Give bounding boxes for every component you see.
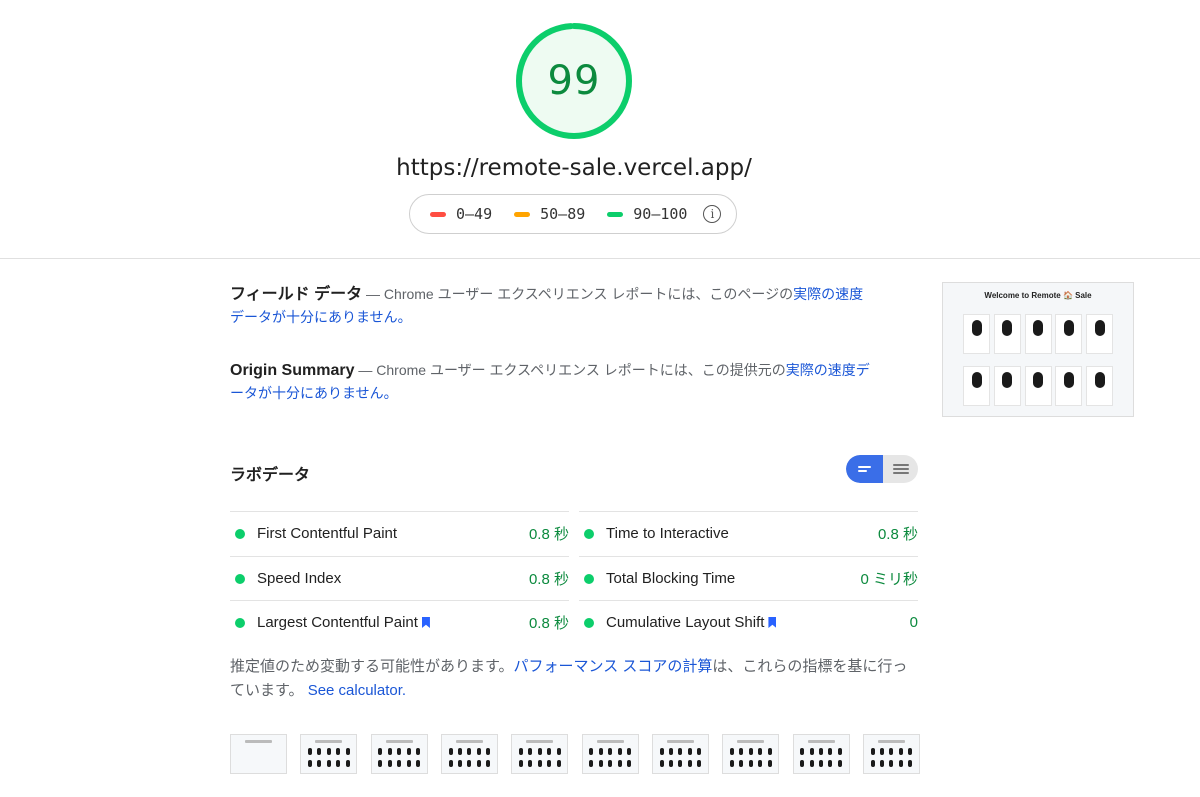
filmstrip-frame	[651, 734, 709, 774]
metrics-view-toggle[interactable]	[846, 455, 918, 483]
product-icon	[1094, 372, 1105, 388]
filmstrip-frame	[722, 734, 780, 774]
field-data-text: — Chrome ユーザー エクスペリエンス レポートには、このページの	[362, 286, 794, 302]
pass-dot-icon	[235, 617, 245, 628]
metric-value: 0.8 秒	[528, 526, 569, 543]
metric-value: 0	[909, 614, 918, 631]
pass-dot-icon	[235, 528, 245, 539]
filmstrip-frame	[511, 734, 569, 774]
metric-first-contentful-paint: First Contentful Paint 0.8 秒	[230, 511, 569, 555]
metric-value: 0.8 秒	[877, 526, 918, 543]
metric-value: 0.8 秒	[528, 615, 569, 632]
performance-score: 99	[547, 58, 601, 104]
filmstrip-frame	[230, 734, 287, 774]
metric-value: 0 ミリ秒	[860, 571, 918, 588]
origin-summary-section: Origin Summary — Chrome ユーザー エクスペリエンス レポ…	[230, 359, 870, 404]
product-icon	[971, 372, 982, 388]
loading-filmstrip	[230, 734, 920, 774]
lab-data-title: ラボデータ	[230, 467, 311, 484]
metric-label: First Contentful Paint	[257, 525, 398, 542]
tested-url: https://remote-sale.vercel.app/	[396, 155, 752, 181]
metric-value: 0.8 秒	[528, 571, 569, 588]
score-legend: 0–49 50–89 90–100 i	[409, 194, 737, 234]
product-icon	[1094, 320, 1105, 336]
metric-time-to-interactive: Time to Interactive 0.8 秒	[579, 511, 918, 555]
legend-fail: 0–49	[430, 205, 492, 223]
origin-summary-text: — Chrome ユーザー エクスペリエンス レポートには、この提供元の	[354, 362, 786, 378]
metric-label: Time to Interactive	[606, 525, 729, 542]
screenshot-product-row	[963, 366, 1113, 406]
product-icon	[1063, 320, 1074, 336]
legend-average: 50–89	[514, 205, 585, 223]
screenshot-title: Welcome to Remote 🏠 Sale	[984, 291, 1092, 300]
pass-dot-icon	[235, 573, 245, 584]
screenshot-product-row	[963, 314, 1113, 354]
metric-cumulative-layout-shift: Cumulative Layout Shift 0	[579, 600, 918, 644]
metric-label: Cumulative Layout Shift	[606, 614, 765, 631]
legend-pass-label: 90–100	[633, 205, 688, 223]
final-screenshot[interactable]: Welcome to Remote 🏠 Sale	[942, 282, 1134, 417]
metric-label: Total Blocking Time	[606, 570, 736, 587]
metric-label: Largest Contentful Paint	[257, 614, 418, 631]
header-divider	[0, 258, 1200, 259]
filmstrip-frame	[370, 734, 428, 774]
bookmark-icon	[768, 617, 777, 628]
origin-summary-title: Origin Summary	[230, 362, 355, 379]
see-calculator-link[interactable]: See calculator.	[308, 682, 406, 699]
filmstrip-frame	[300, 734, 358, 774]
product-icon	[971, 320, 982, 336]
legend-average-label: 50–89	[540, 205, 586, 223]
field-data-title: フィールド データ	[230, 286, 363, 303]
product-icon	[1063, 372, 1074, 388]
pass-dot-icon	[584, 573, 594, 584]
fail-dash-icon	[430, 211, 446, 217]
screenshot-subtitle	[943, 303, 1133, 308]
filmstrip-frame	[862, 734, 920, 774]
info-icon[interactable]: i	[703, 205, 722, 223]
field-data-section: フィールド データ — Chrome ユーザー エクスペリエンス レポートには、…	[230, 283, 870, 328]
filmstrip-frame	[581, 734, 639, 774]
metric-speed-index: Speed Index 0.8 秒	[230, 556, 569, 600]
estimate-note: 推定値のため変動する可能性があります。パフォーマンス スコアの計算は、これらの指…	[230, 655, 920, 703]
metric-largest-contentful-paint: Largest Contentful Paint 0.8 秒	[230, 600, 569, 644]
summary-view-icon[interactable]	[846, 455, 883, 483]
pass-dot-icon	[584, 617, 594, 628]
filmstrip-frame	[440, 734, 498, 774]
note-text: 推定値のため変動する可能性があります。	[230, 658, 514, 675]
legend-fail-label: 0–49	[456, 205, 493, 223]
legend-pass: 90–100	[607, 205, 687, 223]
product-icon	[1002, 320, 1013, 336]
product-icon	[1033, 372, 1043, 388]
filmstrip-frame	[792, 734, 850, 774]
pass-dash-icon	[607, 211, 624, 217]
bookmark-icon	[421, 617, 430, 628]
detail-view-icon[interactable]	[883, 455, 918, 483]
metric-label: Speed Index	[257, 570, 342, 587]
score-calculation-link[interactable]: パフォーマンス スコアの計算	[514, 658, 713, 675]
pass-dot-icon	[584, 528, 594, 539]
average-dash-icon	[514, 211, 531, 217]
product-icon	[1002, 372, 1013, 388]
metric-total-blocking-time: Total Blocking Time 0 ミリ秒	[579, 556, 918, 600]
product-icon	[1033, 320, 1043, 336]
